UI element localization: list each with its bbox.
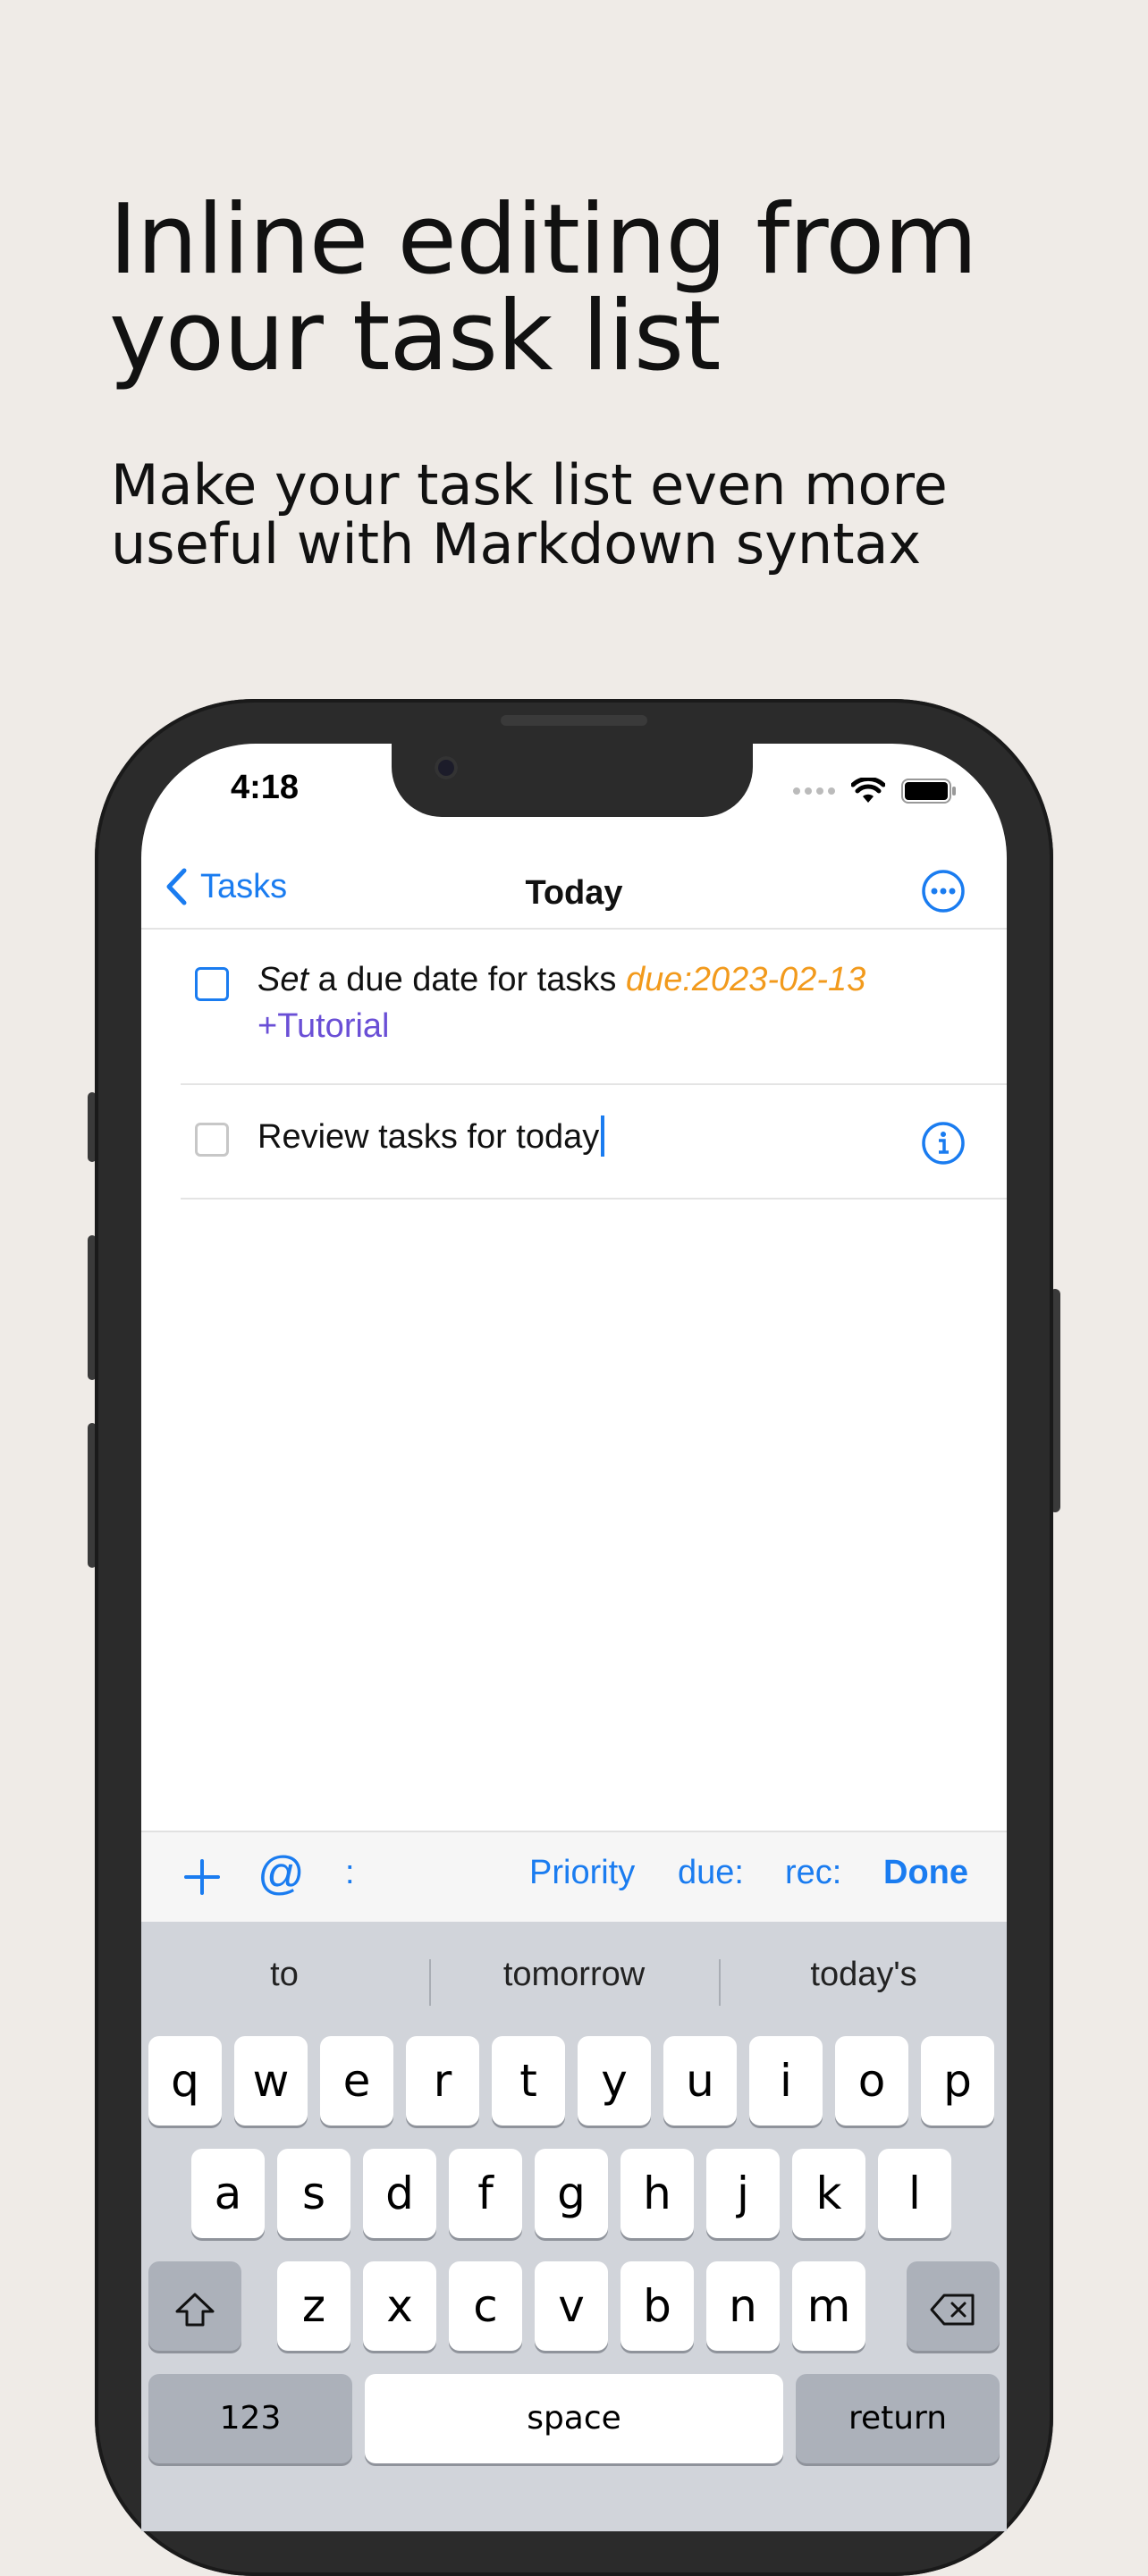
suggestion-todays[interactable]: today's: [721, 1938, 1007, 2011]
suggestion-to[interactable]: to: [141, 1938, 427, 2011]
numbers-key[interactable]: 123: [148, 2374, 352, 2463]
key-f[interactable]: f: [449, 2149, 522, 2238]
key-i[interactable]: i: [749, 2036, 823, 2126]
info-icon[interactable]: [921, 1121, 966, 1166]
task-text-body: a due date for tasks: [317, 961, 617, 998]
key-a[interactable]: a: [191, 2149, 265, 2238]
page-title: Today: [525, 874, 623, 912]
key-p[interactable]: p: [921, 2036, 994, 2126]
colon-button[interactable]: :: [345, 1854, 355, 1892]
task-text-italic: Set: [257, 961, 309, 998]
wifi-icon: [851, 778, 885, 803]
key-s[interactable]: s: [277, 2149, 350, 2238]
key-z[interactable]: z: [277, 2261, 350, 2351]
key-j[interactable]: j: [706, 2149, 780, 2238]
task-project-tag: +Tutorial: [257, 1007, 390, 1045]
delete-key[interactable]: [907, 2261, 1000, 2351]
task-divider: [181, 1198, 1007, 1200]
headline-line-2: your task list: [109, 281, 721, 392]
done-button[interactable]: Done: [883, 1854, 968, 1892]
marketing-subhead: Make your task list even more useful wit…: [111, 456, 1094, 574]
suggestion-tomorrow[interactable]: tomorrow: [431, 1938, 717, 2011]
battery-icon: [901, 779, 956, 804]
add-icon[interactable]: [182, 1857, 222, 1897]
key-n[interactable]: n: [706, 2261, 780, 2351]
headline-line-1: Inline editing from: [109, 184, 978, 296]
key-y[interactable]: y: [578, 2036, 651, 2126]
task-row[interactable]: Set a due date for tasks due:2023-02-13 …: [141, 956, 1007, 1073]
key-b[interactable]: b: [620, 2261, 694, 2351]
key-e[interactable]: e: [320, 2036, 393, 2126]
nav-divider: [141, 928, 1007, 930]
key-h[interactable]: h: [620, 2149, 694, 2238]
task-due-date: due:2023-02-13: [625, 961, 866, 998]
key-u[interactable]: u: [663, 2036, 737, 2126]
status-icons: [793, 778, 957, 804]
key-m[interactable]: m: [792, 2261, 865, 2351]
priority-button[interactable]: Priority: [529, 1854, 635, 1892]
key-w[interactable]: w: [234, 2036, 308, 2126]
task-checkbox[interactable]: [195, 1123, 229, 1157]
task-row-editing[interactable]: Review tasks for today: [141, 1110, 1007, 1200]
keyboard: to tomorrow today's q w e r t y u i o p …: [141, 1922, 1007, 2531]
context-at-button[interactable]: @: [257, 1847, 305, 1900]
shift-key[interactable]: [148, 2261, 241, 2351]
due-button[interactable]: due:: [678, 1854, 744, 1892]
key-x[interactable]: x: [363, 2261, 436, 2351]
key-q[interactable]: q: [148, 2036, 222, 2126]
front-camera: [435, 756, 458, 779]
key-g[interactable]: g: [535, 2149, 608, 2238]
phone-speaker: [501, 715, 647, 726]
key-o[interactable]: o: [835, 2036, 908, 2126]
task-edit-field[interactable]: Review tasks for today: [257, 1114, 883, 1160]
shift-icon: [175, 2293, 215, 2326]
subhead-line-2: useful with Markdown syntax: [111, 511, 922, 577]
status-time: 4:18: [231, 769, 300, 806]
space-key[interactable]: space: [365, 2374, 783, 2463]
key-v[interactable]: v: [535, 2261, 608, 2351]
key-t[interactable]: t: [492, 2036, 565, 2126]
key-l[interactable]: l: [878, 2149, 951, 2238]
return-key[interactable]: return: [796, 2374, 1000, 2463]
key-r[interactable]: r: [406, 2036, 479, 2126]
more-options-icon[interactable]: [921, 869, 966, 913]
notch: [392, 744, 753, 817]
key-d[interactable]: d: [363, 2149, 436, 2238]
subhead-line-1: Make your task list even more: [111, 452, 948, 518]
marketing-headline: Inline editing from your task list: [109, 192, 1093, 385]
key-k[interactable]: k: [792, 2149, 865, 2238]
editing-toolbar: @ : Priority due: rec: Done: [141, 1831, 1007, 1922]
phone-screen: 4:18 Tasks Today Set a due date for task…: [141, 744, 1007, 2531]
task-divider: [181, 1083, 1007, 1085]
recurrence-button[interactable]: rec:: [785, 1854, 841, 1892]
task-checkbox[interactable]: [195, 967, 229, 1001]
text-cursor: [601, 1115, 605, 1157]
key-c[interactable]: c: [449, 2261, 522, 2351]
cellular-signal-icon: [793, 787, 835, 795]
backspace-icon: [930, 2294, 975, 2325]
task-edit-text: Review tasks for today: [257, 1118, 600, 1156]
navigation-bar: Tasks Today: [141, 849, 1007, 939]
task-text[interactable]: Set a due date for tasks due:2023-02-13 …: [257, 956, 973, 1049]
